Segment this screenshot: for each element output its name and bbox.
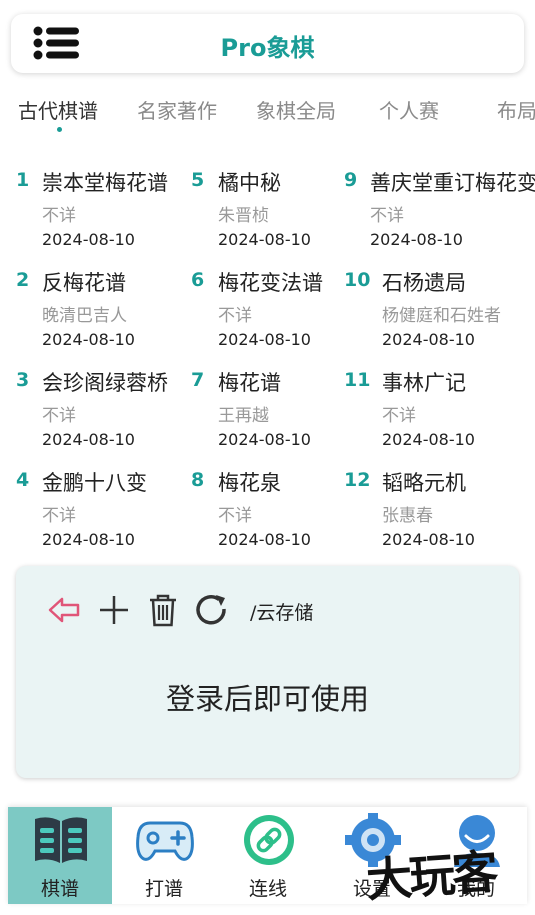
book-date: 2024-08-10 — [218, 530, 311, 549]
plus-icon[interactable] — [96, 592, 132, 628]
nav-dapu[interactable]: 打谱 — [112, 807, 216, 904]
book-number: 3 — [16, 369, 30, 391]
book-number: 9 — [344, 169, 358, 191]
book-date: 2024-08-10 — [218, 430, 311, 449]
book-number: 5 — [191, 169, 205, 191]
book-title: 石杨遗局 — [382, 271, 466, 295]
tab-opening[interactable]: 布局 — [497, 95, 535, 124]
watermark: 大玩客 — [364, 844, 497, 908]
book-author: 不详 — [382, 406, 416, 426]
tab-individual[interactable]: 个人赛 — [379, 95, 439, 124]
back-arrow-icon[interactable] — [46, 592, 82, 628]
book-title: 橘中秘 — [218, 171, 281, 195]
active-tab-indicator — [57, 127, 62, 132]
book-date: 2024-08-10 — [218, 230, 311, 249]
book-number: 11 — [344, 369, 371, 391]
book-date: 2024-08-10 — [42, 530, 135, 549]
trash-icon[interactable] — [145, 592, 181, 628]
app-title: Pro象棋 — [220, 34, 315, 62]
book-number: 6 — [191, 269, 205, 291]
book-number: 10 — [344, 269, 371, 291]
book-author: 张惠春 — [382, 506, 433, 526]
book-date: 2024-08-10 — [42, 230, 135, 249]
book-author: 晚清巴吉人 — [42, 306, 127, 326]
link-icon — [240, 813, 298, 867]
book-number: 4 — [16, 469, 30, 491]
tab-ancient[interactable]: 古代棋谱 — [18, 95, 98, 124]
book-title: 事林广记 — [382, 371, 466, 395]
book-title: 金鹏十八变 — [42, 471, 147, 495]
book-item[interactable]: 2 反梅花谱晚清巴吉人 2024-08-10 — [16, 263, 191, 353]
book-item[interactable]: 10 石杨遗局杨健庭和石姓者 2024-08-10 — [344, 263, 519, 353]
book-item[interactable]: 3 会珍阁绿蓉桥不详 2024-08-10 — [16, 363, 191, 453]
book-item[interactable]: 6 梅花变法谱不详 2024-08-10 — [191, 263, 366, 353]
category-tabs: 古代棋谱 名家著作 象棋全局 个人赛 布局 — [0, 95, 535, 135]
book-date: 2024-08-10 — [218, 330, 311, 349]
book-item[interactable]: 5 橘中秘朱晋桢 2024-08-10 — [191, 163, 366, 253]
nav-label: 打谱 — [144, 878, 183, 900]
book-number: 2 — [16, 269, 30, 291]
tab-masters[interactable]: 名家著作 — [137, 95, 217, 124]
book-item[interactable]: 11 事林广记不详 2024-08-10 — [344, 363, 519, 453]
book-item[interactable]: 12 韬略元机张惠春 2024-08-10 — [344, 463, 519, 553]
book-date: 2024-08-10 — [382, 530, 475, 549]
book-title: 崇本堂梅花谱 — [42, 171, 168, 195]
nav-label: 连线 — [248, 878, 287, 900]
book-number: 1 — [16, 169, 30, 191]
nav-lianxian[interactable]: 连线 — [216, 807, 320, 904]
tab-full-games[interactable]: 象棋全局 — [256, 95, 336, 124]
book-date: 2024-08-10 — [370, 230, 463, 249]
book-item[interactable]: 1 崇本堂梅花谱不详 2024-08-10 — [16, 163, 191, 253]
book-title: 反梅花谱 — [42, 271, 126, 295]
book-author: 杨健庭和石姓者 — [382, 306, 501, 326]
book-title: 会珍阁绿蓉桥 — [42, 371, 168, 395]
book-number: 7 — [191, 369, 205, 391]
login-prompt: 登录后即可使用 — [165, 682, 369, 716]
book-author: 不详 — [42, 206, 76, 226]
book-title: 梅花变法谱 — [218, 271, 323, 295]
book-author: 不详 — [42, 406, 76, 426]
gamepad-icon — [136, 813, 194, 867]
book-author: 不详 — [218, 306, 252, 326]
book-item[interactable]: 4 金鹏十八变不详 2024-08-10 — [16, 463, 191, 553]
book-title: 善庆堂重订梅花变 — [370, 171, 535, 195]
book-number: 12 — [344, 469, 371, 491]
book-title: 梅花泉 — [218, 471, 281, 495]
book-date: 2024-08-10 — [42, 430, 135, 449]
cloud-storage-panel: /云存储 登录后即可使用 — [16, 566, 519, 778]
book-item[interactable]: 7 梅花谱王再越 2024-08-10 — [191, 363, 366, 453]
nav-label: 棋谱 — [40, 878, 79, 900]
app-header: Pro象棋 — [11, 14, 524, 73]
book-icon — [32, 813, 90, 867]
book-number: 8 — [191, 469, 205, 491]
book-date: 2024-08-10 — [42, 330, 135, 349]
book-title: 韬略元机 — [382, 471, 466, 495]
book-author: 不详 — [218, 506, 252, 526]
book-date: 2024-08-10 — [382, 330, 475, 349]
refresh-icon[interactable] — [194, 592, 230, 628]
nav-qipu[interactable]: 棋谱 — [8, 807, 112, 904]
book-author: 朱晋桢 — [218, 206, 269, 226]
cloud-path: /云存储 — [250, 602, 314, 624]
book-date: 2024-08-10 — [382, 430, 475, 449]
book-title: 梅花谱 — [218, 371, 281, 395]
book-author: 不详 — [370, 206, 404, 226]
book-item[interactable]: 9 善庆堂重订梅花变不详 2024-08-10 — [344, 163, 535, 253]
book-author: 不详 — [42, 506, 76, 526]
book-item[interactable]: 8 梅花泉不详 2024-08-10 — [191, 463, 366, 553]
book-author: 王再越 — [218, 406, 269, 426]
